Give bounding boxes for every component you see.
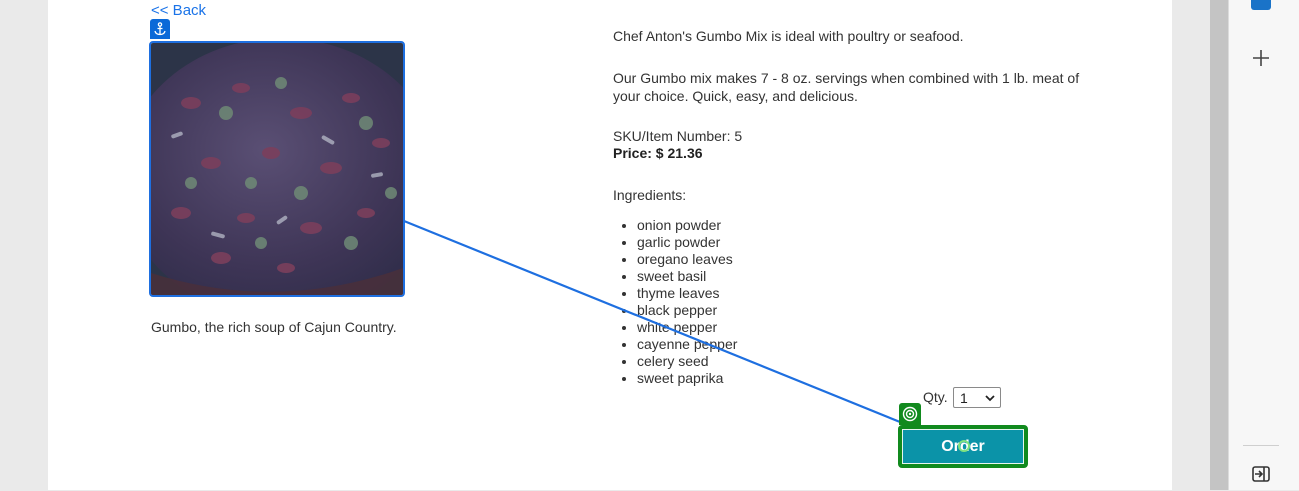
list-item: black pepper <box>637 302 737 319</box>
plus-icon <box>1253 50 1269 66</box>
list-item: thyme leaves <box>637 285 737 302</box>
qty-value: 1 <box>960 389 968 406</box>
collapse-sidebar-icon <box>1252 466 1270 482</box>
qty-label: Qty. <box>923 389 948 405</box>
list-item: sweet paprika <box>637 370 737 387</box>
ingredients-list: onion powder garlic powder oregano leave… <box>613 217 737 387</box>
product-summary: Chef Anton's Gumbo Mix is ideal with pou… <box>613 28 964 44</box>
sidebar-divider <box>1243 445 1279 446</box>
ingredients-title: Ingredients: <box>613 187 687 203</box>
anchor-badge <box>150 19 170 39</box>
browser-sidebar <box>1228 0 1299 490</box>
target-icon <box>902 406 918 422</box>
list-item: celery seed <box>637 353 737 370</box>
list-item: onion powder <box>637 217 737 234</box>
list-item: oregano leaves <box>637 251 737 268</box>
add-app-button[interactable] <box>1243 40 1279 76</box>
anchor-icon <box>154 22 166 36</box>
list-item: sweet basil <box>637 268 737 285</box>
collapse-sidebar-button[interactable] <box>1249 462 1273 486</box>
page-gutter <box>1172 0 1210 490</box>
list-item: white pepper <box>637 319 737 336</box>
list-item: cayenne pepper <box>637 336 737 353</box>
scrollbar[interactable] <box>1210 0 1228 490</box>
list-item: garlic powder <box>637 234 737 251</box>
price-text: Price: $ 21.36 <box>613 145 703 161</box>
image-caption: Gumbo, the rich soup of Cajun Country. <box>151 319 397 335</box>
gumbo-photo <box>151 43 403 295</box>
product-image[interactable] <box>149 41 405 297</box>
cursor-indicator <box>958 440 970 452</box>
sku-text: SKU/Item Number: 5 <box>613 128 743 144</box>
outlook-app-icon[interactable] <box>1251 0 1271 10</box>
qty-select[interactable]: 1 <box>953 387 1001 408</box>
back-link[interactable]: << Back <box>151 2 206 19</box>
product-description: Our Gumbo mix makes 7 - 8 oz. servings w… <box>613 70 1080 104</box>
chevron-down-icon <box>985 394 995 401</box>
target-badge <box>899 403 921 425</box>
